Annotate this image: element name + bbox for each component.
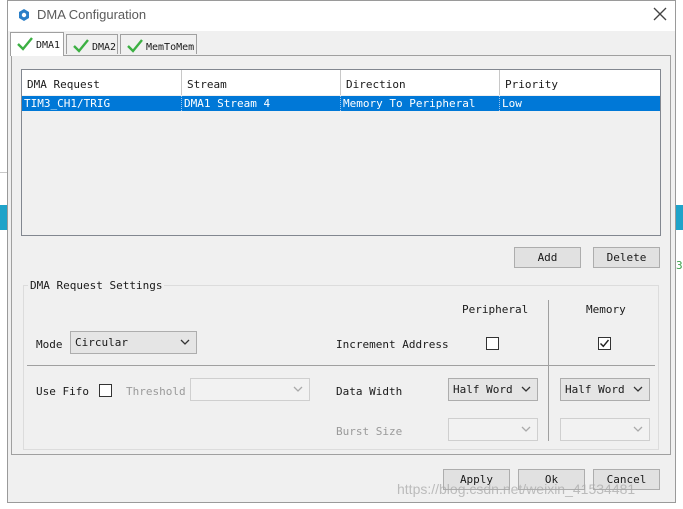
use-fifo-checkbox[interactable] (99, 384, 112, 397)
use-fifo-label: Use Fifo (36, 385, 89, 398)
background-right-strip (676, 0, 683, 509)
tab-memtomem[interactable]: MemToMem (120, 34, 197, 54)
data-width-peripheral-select[interactable]: Half Word (448, 378, 538, 401)
column-header-stream[interactable]: Stream (182, 70, 341, 95)
check-icon (17, 37, 33, 51)
table-cell: DMA1 Stream 4 (182, 96, 341, 111)
chevron-down-icon (521, 386, 531, 392)
data-width-memory-select[interactable]: Half Word (560, 378, 650, 401)
app-icon (19, 9, 29, 21)
background-right-accent (676, 205, 683, 230)
check-icon (73, 39, 89, 53)
peripheral-column-label: Peripheral (462, 303, 529, 316)
increment-memory-checkbox[interactable] (598, 337, 611, 350)
watermark: https://blog.csdn.net/weixin_41534481 (397, 481, 636, 497)
increment-peripheral-checkbox[interactable] (486, 337, 499, 350)
delete-button[interactable]: Delete (593, 247, 660, 268)
mode-value: Circular (75, 336, 128, 349)
background-left-strip (0, 0, 7, 509)
column-header-dma-request[interactable]: DMA Request (22, 70, 182, 95)
mode-label: Mode (36, 338, 63, 351)
table-cell: TIM3_CH1/TRIG (22, 96, 182, 111)
check-icon (127, 39, 143, 53)
window-title: DMA Configuration (37, 7, 147, 22)
chevron-down-icon (633, 426, 643, 432)
table-cell: Low (502, 97, 522, 110)
group-title: DMA Request Settings (28, 279, 165, 292)
burst-peripheral-select (448, 418, 538, 441)
burst-size-label: Burst Size (336, 425, 403, 438)
tab-label: DMA2 (92, 42, 117, 53)
add-button[interactable]: Add (514, 247, 581, 268)
memory-column-label: Memory (586, 303, 626, 316)
chevron-down-icon (180, 339, 190, 345)
threshold-select (190, 378, 310, 401)
background-left-accent (0, 205, 7, 230)
background-left-line (0, 172, 7, 173)
column-divider (548, 300, 549, 441)
column-header-direction[interactable]: Direction (341, 70, 500, 95)
tab-label: DMA1 (36, 40, 61, 51)
row-divider (27, 365, 655, 366)
chevron-down-icon (633, 386, 643, 392)
burst-memory-select (560, 418, 650, 441)
data-width-peripheral-value: Half Word (453, 383, 513, 396)
tab-dma2[interactable]: DMA2 (66, 34, 118, 54)
checkmark-icon (600, 339, 610, 348)
threshold-label: Threshold (126, 385, 186, 398)
chevron-down-icon (293, 386, 303, 392)
table-cell: Memory To Peripheral (341, 96, 500, 111)
tab-label: MemToMem (146, 42, 195, 53)
chevron-down-icon (521, 426, 531, 432)
increment-address-label: Increment Address (336, 338, 449, 351)
data-width-label: Data Width (336, 385, 403, 398)
close-icon[interactable] (651, 5, 669, 23)
mode-select[interactable]: Circular (70, 331, 197, 354)
background-right-fragment: 3 (676, 259, 683, 272)
column-header-priority[interactable]: Priority (500, 70, 660, 95)
data-width-memory-value: Half Word (565, 383, 625, 396)
tab-dma1[interactable]: DMA1 (10, 32, 64, 56)
